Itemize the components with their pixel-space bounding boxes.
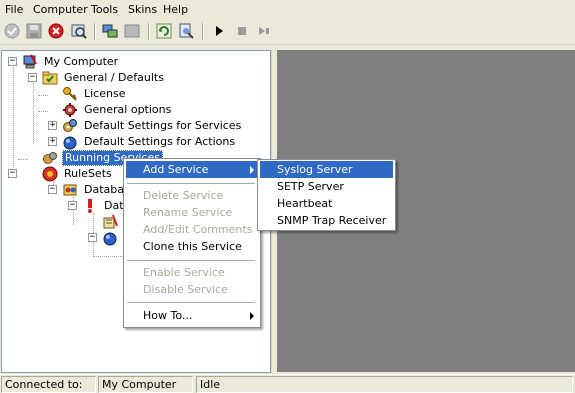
expander-general[interactable]: − xyxy=(28,73,37,82)
tree-connector xyxy=(38,95,48,96)
gears-icon xyxy=(62,118,78,134)
search-icon[interactable] xyxy=(71,23,87,39)
options-icon xyxy=(62,102,78,118)
menu-skins[interactable]: Skins xyxy=(128,3,157,16)
check-icon[interactable] xyxy=(4,23,20,39)
tree-label: RuleSets xyxy=(64,167,112,180)
context-menu: Add Service Delete Service Rename Servic… xyxy=(123,158,261,328)
menu-file[interactable]: File xyxy=(5,3,23,16)
menu-tools[interactable]: Tools xyxy=(91,3,118,16)
expander-my-computer[interactable]: − xyxy=(8,57,17,66)
actions-icon xyxy=(62,134,78,150)
step-icon[interactable] xyxy=(256,23,272,39)
status-computer: My Computer xyxy=(98,376,193,393)
toolbar-separator xyxy=(148,23,150,40)
expander-rulesets[interactable]: − xyxy=(8,169,17,178)
stop-square-icon[interactable] xyxy=(234,23,250,39)
status-connected-label: Connected to: xyxy=(1,376,96,393)
stop-icon[interactable] xyxy=(48,23,64,39)
tree-connector xyxy=(18,159,28,160)
actions-icon xyxy=(102,230,118,246)
tree-label: My Computer xyxy=(44,55,119,68)
menu-heartbeat[interactable]: Heartbeat xyxy=(260,195,332,212)
menu-item-label: How To... xyxy=(143,309,193,322)
menu-how-to[interactable]: How To... xyxy=(126,307,258,324)
save-icon[interactable] xyxy=(26,23,42,39)
toolbar xyxy=(0,20,575,45)
menu-computer[interactable]: Computer xyxy=(33,3,88,16)
rule-icon xyxy=(82,198,98,214)
menu-item-label: Add Service xyxy=(143,163,209,176)
computer-icon xyxy=(22,54,38,70)
menu-enable-service[interactable]: Enable Service xyxy=(126,264,225,281)
menu-separator xyxy=(127,183,255,184)
expander-default-actions[interactable]: + xyxy=(48,137,57,146)
toolbar-separator xyxy=(94,23,96,40)
tree-connector xyxy=(33,80,34,144)
menu-delete-service[interactable]: Delete Service xyxy=(126,187,223,204)
tree-connector xyxy=(93,256,123,257)
filter-icon xyxy=(102,214,118,230)
menu-setp-server[interactable]: SETP Server xyxy=(260,178,344,195)
menu-add-edit-comments[interactable]: Add/Edit Comments xyxy=(126,221,252,238)
expander-database[interactable]: − xyxy=(48,185,57,194)
menu-syslog-server[interactable]: Syslog Server xyxy=(260,161,393,178)
status-bar: Connected to: My Computer Idle xyxy=(0,374,575,393)
tree-label: Default Settings for Services xyxy=(84,119,242,132)
tree-connector xyxy=(13,64,14,176)
expander-actions[interactable]: − xyxy=(88,233,97,242)
tree-label: License xyxy=(84,87,126,100)
play-icon[interactable] xyxy=(211,23,227,39)
toolbar-separator xyxy=(202,23,204,40)
rulesets-icon xyxy=(42,166,58,182)
refresh-icon[interactable] xyxy=(156,23,172,39)
ruleset-icon xyxy=(62,182,78,198)
tree-label: General / Defaults xyxy=(64,71,164,84)
menu-separator xyxy=(127,302,255,303)
settings-icon[interactable] xyxy=(178,23,194,39)
services-icon xyxy=(42,150,58,166)
tree-label: Default Settings for Actions xyxy=(84,135,236,148)
submenu-arrow-icon xyxy=(250,166,254,174)
tree-label: General options xyxy=(84,103,172,116)
status-state: Idle xyxy=(196,376,573,393)
menu-separator xyxy=(127,260,255,261)
menu-clone-service[interactable]: Clone this Service xyxy=(126,238,242,255)
submenu-arrow-icon xyxy=(250,312,254,320)
menu-help[interactable]: Help xyxy=(163,3,188,16)
menu-add-service[interactable]: Add Service xyxy=(126,161,258,178)
expander-data[interactable]: − xyxy=(68,201,77,210)
window-icon[interactable] xyxy=(124,23,140,39)
menu-disable-service[interactable]: Disable Service xyxy=(126,281,228,298)
folder-check-icon xyxy=(42,70,58,86)
expander-default-services[interactable]: + xyxy=(48,121,57,130)
menu-bar: File Computer Tools Skins Help xyxy=(0,0,575,20)
tree-connector xyxy=(38,111,48,112)
menu-rename-service[interactable]: Rename Service xyxy=(126,204,232,221)
add-service-submenu: Syslog Server SETP Server Heartbeat SNMP… xyxy=(257,159,396,231)
network-icon[interactable] xyxy=(102,23,118,39)
menu-snmp-trap-receiver[interactable]: SNMP Trap Receiver xyxy=(260,212,386,229)
key-icon xyxy=(62,86,78,102)
